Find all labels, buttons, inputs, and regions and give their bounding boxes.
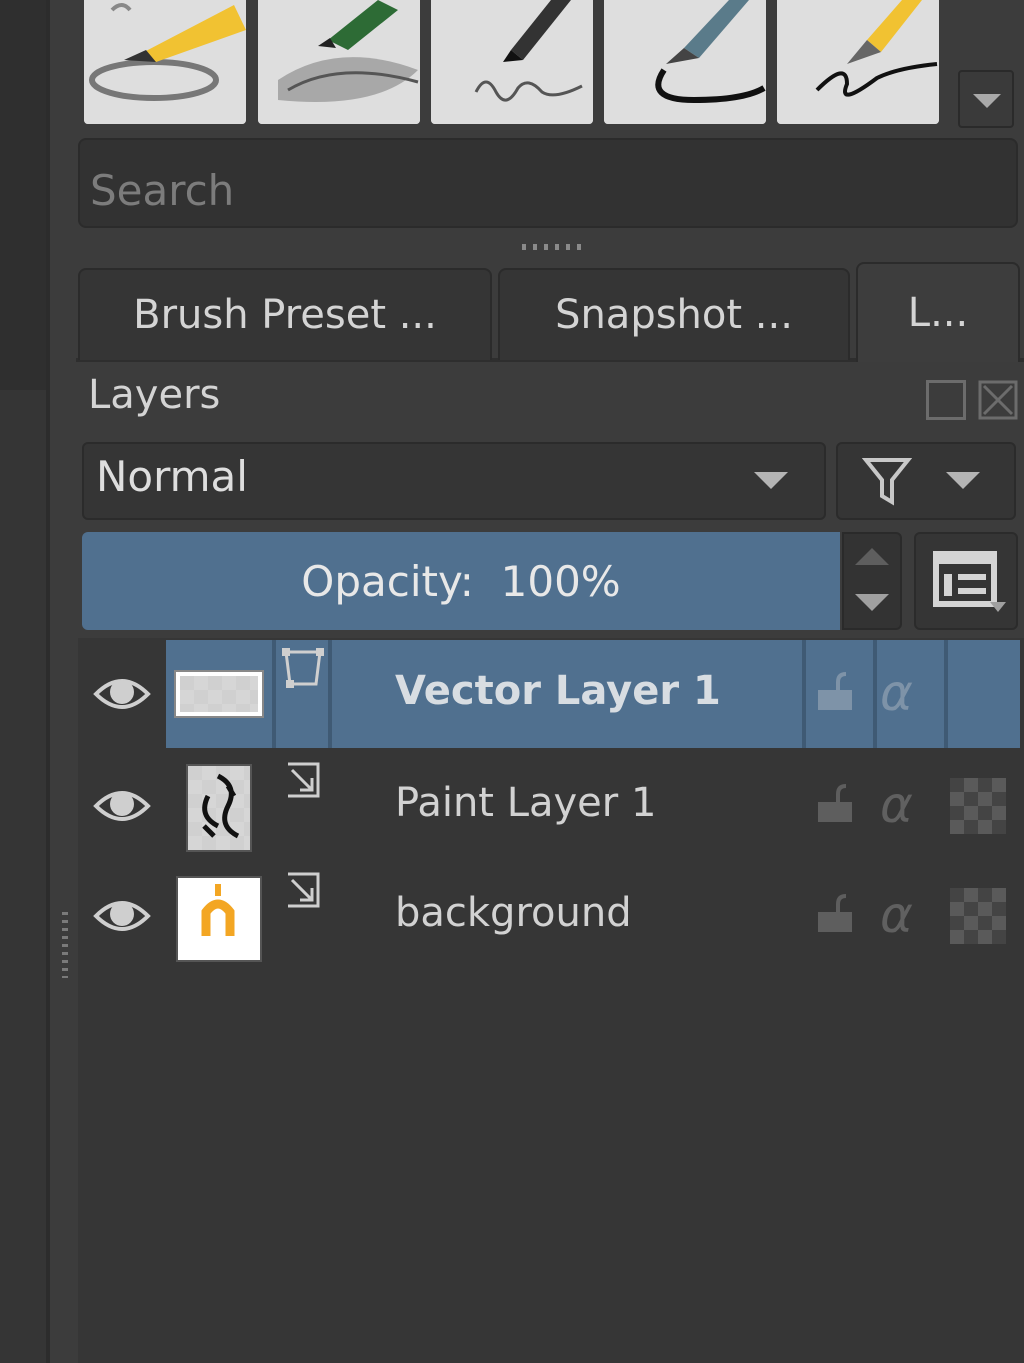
close-docker-icon[interactable] <box>978 380 1018 420</box>
spin-up-icon[interactable] <box>855 548 889 565</box>
alpha-lock-icon[interactable]: α <box>880 776 913 834</box>
tab-label: Snapshot ... <box>555 292 793 338</box>
chevron-down-icon <box>754 472 788 489</box>
properties-icon <box>933 551 1006 612</box>
eye-icon[interactable] <box>92 886 152 946</box>
eye-icon[interactable] <box>92 776 152 836</box>
splitter-grip-icon[interactable] <box>522 244 588 250</box>
fineliner-preset[interactable] <box>604 0 766 124</box>
spin-down-icon[interactable] <box>855 594 889 611</box>
vector-layer-icon <box>280 644 326 690</box>
layer-name[interactable]: Vector Layer 1 <box>395 668 721 714</box>
opacity-label: Opacity: <box>301 556 474 606</box>
blend-mode-value: Normal <box>96 452 248 501</box>
float-docker-icon[interactable] <box>926 380 966 420</box>
opacity-value: 100% <box>500 556 621 606</box>
lock-icon[interactable] <box>814 784 858 828</box>
tab-layers[interactable]: L... <box>856 262 1020 362</box>
alpha-lock-icon[interactable]: α <box>880 886 913 944</box>
ink-pen-preset[interactable] <box>431 0 593 124</box>
tab-label: Brush Preset ... <box>133 292 437 338</box>
layer-name[interactable]: background <box>395 890 632 936</box>
opacity-readout: Opacity: 100% <box>82 532 840 630</box>
pencil-sketch-preset[interactable] <box>84 0 246 124</box>
preset-scroll-down-button[interactable] <box>958 70 1014 128</box>
colored-pencil-preset[interactable] <box>258 0 420 124</box>
tab-snapshot[interactable]: Snapshot ... <box>498 268 850 360</box>
layer-thumbnail <box>186 764 252 852</box>
paint-layer-icon <box>280 758 326 804</box>
alpha-lock-icon[interactable]: α <box>880 664 913 722</box>
tab-brush-presets[interactable]: Brush Preset ... <box>78 268 492 360</box>
preset-search-input[interactable] <box>78 138 1018 228</box>
tab-label: L... <box>907 290 969 336</box>
layer-thumbnail <box>176 876 262 962</box>
panel-divider <box>46 0 50 1363</box>
eye-icon[interactable] <box>92 664 152 724</box>
layer-properties-button[interactable] <box>914 532 1018 630</box>
lock-icon[interactable] <box>814 672 858 716</box>
inherit-alpha-icon[interactable] <box>950 778 1006 834</box>
paint-layer-icon <box>280 868 326 914</box>
chevron-down-icon <box>946 472 980 489</box>
inherit-alpha-icon[interactable] <box>950 888 1006 944</box>
layer-name[interactable]: Paint Layer 1 <box>395 780 656 826</box>
left-toolbar-panel <box>0 0 48 390</box>
lock-icon[interactable] <box>814 894 858 938</box>
docker-title: Layers <box>88 372 221 418</box>
filter-icon <box>861 454 913 508</box>
resize-grip-icon[interactable] <box>62 912 68 978</box>
fountain-pen-preset[interactable] <box>777 0 939 124</box>
opacity-spinbox[interactable] <box>842 532 902 630</box>
layer-thumbnail <box>174 670 264 718</box>
